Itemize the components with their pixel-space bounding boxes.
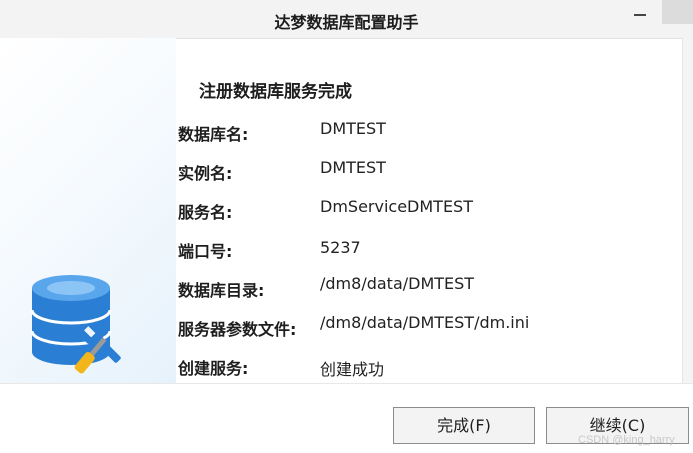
footer-divider <box>0 383 693 384</box>
port-value: 5237 <box>320 238 361 257</box>
create-service-value: 创建成功 <box>320 360 385 379</box>
completion-heading: 注册数据库服务完成 <box>199 82 352 102</box>
close-icon[interactable] <box>662 0 693 24</box>
instance-name-label: 实例名: <box>178 164 233 183</box>
instance-name-value: DMTEST <box>320 158 386 177</box>
create-service-label: 创建服务: <box>178 359 249 378</box>
title-bar: 达梦数据库配置助手 <box>0 0 693 39</box>
side-banner <box>0 38 176 383</box>
server-param-file-label: 服务器参数文件: <box>178 320 297 339</box>
finish-button[interactable]: 完成(F) <box>393 407 535 444</box>
port-label: 端口号: <box>178 242 233 261</box>
database-config-icon <box>26 270 130 382</box>
database-name-value: DMTEST <box>320 119 386 138</box>
database-dir-label: 数据库目录: <box>178 281 265 300</box>
watermark: CSDN @king_harry <box>578 434 675 446</box>
database-dir-value: /dm8/data/DMTEST <box>320 274 475 293</box>
database-name-label: 数据库名: <box>178 125 249 144</box>
scrollbar[interactable] <box>682 38 693 383</box>
service-name-value: DmServiceDMTEST <box>320 197 473 216</box>
window-title: 达梦数据库配置助手 <box>274 13 419 32</box>
minimize-icon[interactable] <box>628 9 652 29</box>
server-param-file-value: /dm8/data/DMTEST/dm.ini <box>320 313 530 332</box>
service-name-label: 服务名: <box>178 203 233 222</box>
